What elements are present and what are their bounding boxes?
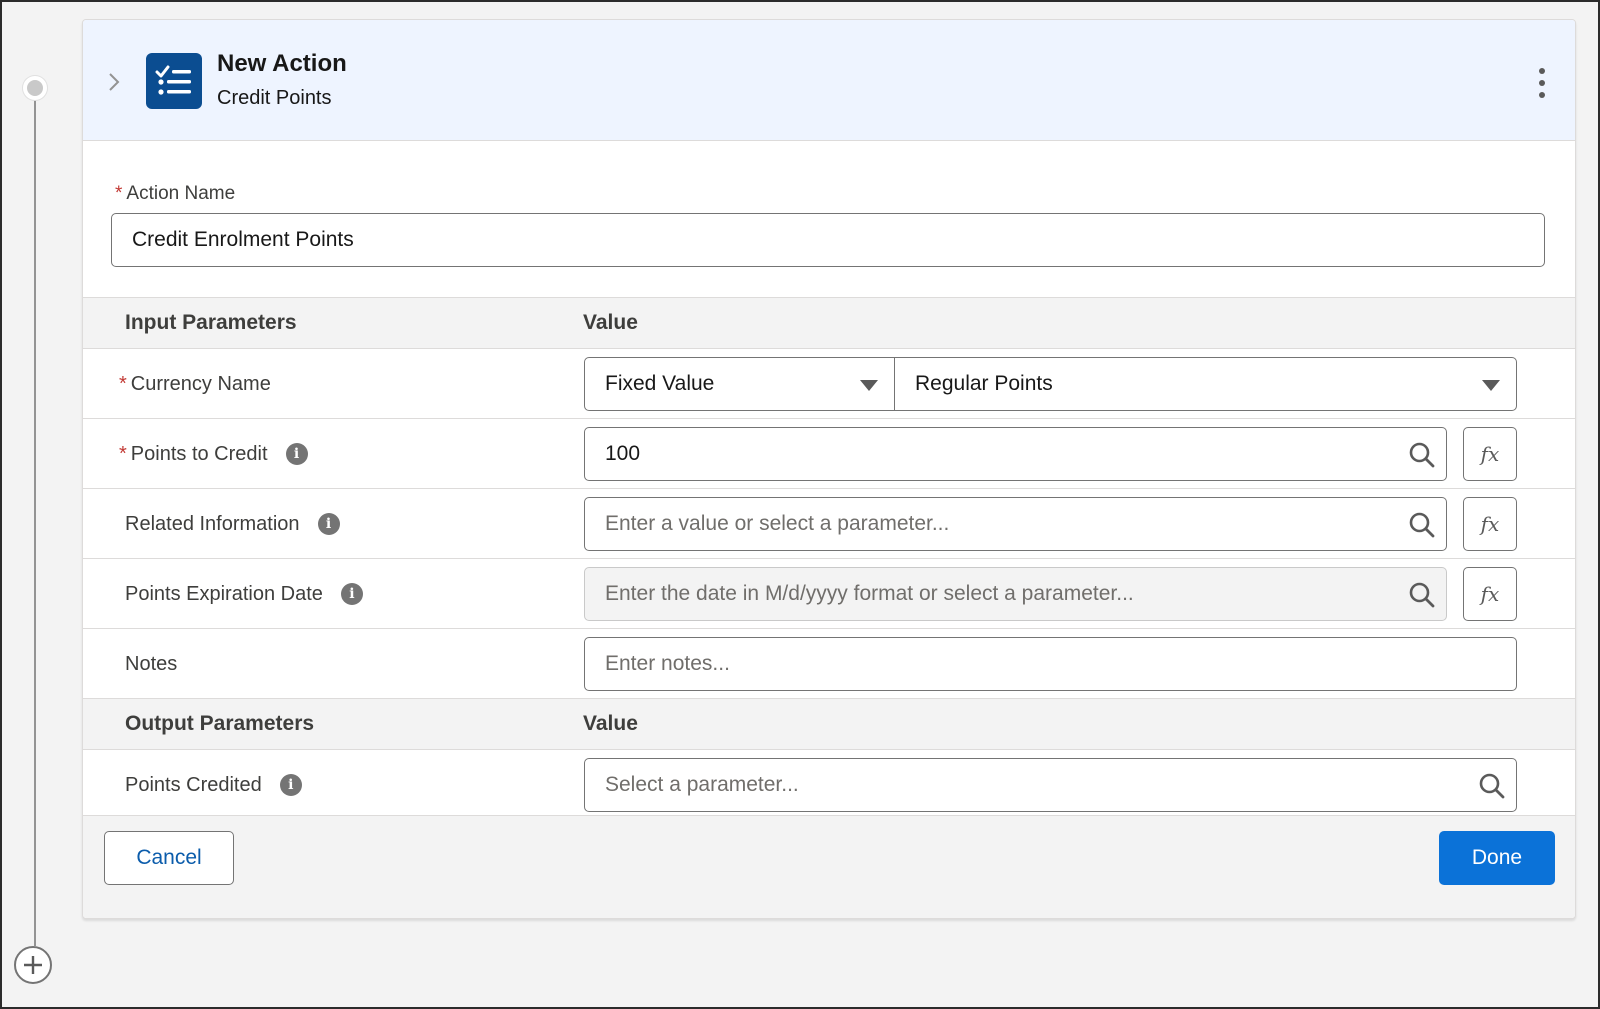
card-header: New Action Credit Points — [83, 20, 1575, 141]
currency-source-select[interactable]: Fixed Value — [584, 357, 895, 411]
related-information-input[interactable]: Enter a value or select a parameter... — [584, 497, 1447, 551]
input-parameters-heading: Input Parameters — [125, 311, 297, 334]
points-to-credit-input[interactable]: 100 — [584, 427, 1447, 481]
action-name-input[interactable]: Credit Enrolment Points — [111, 213, 1545, 267]
plus-icon — [24, 956, 42, 974]
output-parameters-header: Output Parameters Value — [83, 699, 1575, 750]
param-row-related-information: Related Information i Enter a value or s… — [83, 489, 1575, 559]
formula-button[interactable]: fx — [1463, 497, 1517, 551]
points-expiration-date-input[interactable]: Enter the date in M/d/yyyy format or sel… — [584, 567, 1447, 621]
info-icon[interactable]: i — [285, 443, 308, 465]
related-information-label: Related Information i — [125, 489, 340, 559]
checklist-icon — [146, 53, 202, 109]
action-name-label: * Action Name — [115, 183, 236, 204]
value-heading: Value — [583, 311, 638, 334]
notes-label: Notes — [125, 652, 178, 675]
timeline-line — [34, 96, 36, 946]
points-credited-input[interactable]: Select a parameter... — [584, 758, 1517, 812]
required-mark: * — [119, 442, 127, 465]
search-icon — [1409, 582, 1435, 608]
info-icon[interactable]: i — [317, 513, 340, 535]
done-button[interactable]: Done — [1439, 831, 1555, 885]
parameters-table: Input Parameters Value * Currency Name Fi… — [83, 297, 1575, 820]
output-parameters-heading: Output Parameters — [125, 712, 315, 735]
param-row-points-credited: Points Credited i Select a parameter... — [83, 750, 1575, 820]
currency-value-select[interactable]: Regular Points — [894, 357, 1517, 411]
points-expiration-date-label: Points Expiration Date i — [125, 559, 363, 629]
search-icon — [1409, 512, 1435, 538]
info-icon[interactable]: i — [340, 583, 363, 605]
input-parameters-header: Input Parameters Value — [83, 297, 1575, 349]
cancel-button[interactable]: Cancel — [104, 831, 234, 885]
caret-down-icon — [1482, 380, 1500, 391]
param-row-points-expiration-date: Points Expiration Date i Enter the date … — [83, 559, 1575, 629]
add-step-button[interactable] — [14, 946, 52, 984]
action-card: New Action Credit Points * Action Name Cr… — [82, 19, 1576, 919]
value-heading: Value — [583, 712, 638, 735]
caret-down-icon — [860, 380, 878, 391]
action-title: New Action — [217, 50, 347, 77]
search-icon — [1479, 773, 1505, 799]
required-mark: * — [115, 183, 123, 204]
formula-button[interactable]: fx — [1463, 427, 1517, 481]
timeline-node — [23, 76, 47, 100]
points-credited-label: Points Credited i — [125, 750, 302, 820]
param-row-notes: Notes Enter notes... — [83, 629, 1575, 699]
card-footer: Cancel Done — [83, 815, 1575, 918]
info-icon[interactable]: i — [279, 774, 302, 796]
required-mark: * — [119, 372, 127, 395]
more-options-icon[interactable] — [1537, 68, 1547, 98]
action-subtitle: Credit Points — [217, 87, 332, 109]
chevron-right-icon[interactable] — [105, 70, 123, 94]
param-row-currency-name: * Currency Name Fixed Value Regular Point… — [83, 349, 1575, 419]
currency-name-label: * Currency Name — [119, 372, 271, 395]
param-row-points-to-credit: * Points to Credit i 100 fx — [83, 419, 1575, 489]
points-to-credit-label: * Points to Credit i — [119, 419, 308, 489]
notes-input[interactable]: Enter notes... — [584, 637, 1517, 691]
formula-button[interactable]: fx — [1463, 567, 1517, 621]
search-icon — [1409, 442, 1435, 468]
